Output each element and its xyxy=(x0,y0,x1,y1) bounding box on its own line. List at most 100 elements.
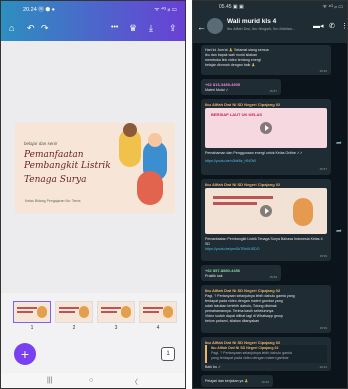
sender-name: +62 857-8880-4456 xyxy=(205,268,241,273)
message-bubble-reply[interactable]: Ibu Alfiah Dwi Ni SD Negeri Cipajang 02 … xyxy=(201,337,331,371)
sender-name: Ibu Alfiah Dwi Ni SD Negeri Cipajang 02 xyxy=(205,288,281,293)
slide-title: Pemanfaatan Pembangkit Listrik xyxy=(24,150,111,171)
sender-name: +62 813-3485-4505 xyxy=(205,82,241,87)
message-bubble-video[interactable]: Ibu Alfiah Dwi Ni SD Negeri Cipajang 02 … xyxy=(201,179,331,261)
message-text: Baik bu ✓ xyxy=(205,365,221,369)
status-time: 05.45 ▣ ▣ xyxy=(219,4,244,10)
download-icon[interactable]: ⤓ xyxy=(149,23,153,33)
message-bubble[interactable]: Pelajari dan kerjakan ya 🙏 16.02 xyxy=(201,375,273,387)
message-time: 16.01 xyxy=(319,365,327,369)
message-text: membuka link video tentang energi xyxy=(205,58,261,62)
crown-icon[interactable]: ♛ xyxy=(129,23,137,33)
page-thumbnails: 1 2 3 4 xyxy=(1,298,185,336)
chat-header: ← Wali murid kls 4 Ibu Alfiah Dwi, Ibu N… xyxy=(193,13,347,43)
add-button[interactable]: + xyxy=(14,343,36,365)
home-nav-icon[interactable]: ○ xyxy=(89,377,93,384)
message-time: 15.57 xyxy=(269,89,277,93)
message-text: Pelajari dan kerjakan ya 🙏 xyxy=(205,379,249,383)
message-bubble[interactable]: +62 813-3485-4505 Materi Mulai ✓ 15.57 xyxy=(201,79,281,95)
message-text: Pagi, ? Pertanyaan selanjutnya lebih dah… xyxy=(205,294,295,298)
message-text: Materi Mulai ✓ xyxy=(205,88,229,92)
slide-caption: Kelas Bidang Pengajaran No: Tema xyxy=(25,199,81,203)
whatsapp-phone: 05.45 ▣ ▣ ᯤ ⁴ᴳ ᵢₗₗ ▭ ← Wali murid kls 4 … xyxy=(192,0,348,389)
thumbnail-page-3[interactable] xyxy=(97,301,135,323)
message-text: terdapat pada video dengan materi gambar… xyxy=(205,299,283,303)
illustration-character-red xyxy=(137,171,163,205)
screenshot-composite: 20.24 Ⓜ ⬢ ● ᯤ ⁴ᴳ ᵢₗₗ ▭ ⌂ ↶ ↷ ••• ♛ ⤓ ⇪ b… xyxy=(0,0,348,389)
thumbnail-number: 3 xyxy=(114,325,118,331)
play-icon[interactable] xyxy=(260,122,272,134)
message-time: 15.52 xyxy=(319,69,327,73)
chat-messages: Hari ini Jum'at 🙏 Selamat siang semua ib… xyxy=(193,43,347,388)
thumbnail-number: 2 xyxy=(72,325,76,331)
recents-icon[interactable]: ||| xyxy=(47,377,52,384)
quoted-text: Pagi, ? Pertanyaan selanjutnya lebih dah… xyxy=(211,351,292,355)
message-link[interactable]: https://youtu.be/n3hKfiz_HNOW xyxy=(205,159,256,164)
thumbnail-title: BERSIAP LAUT UK KELAS xyxy=(211,112,263,117)
group-members: Ibu Alfiah Dwi, Ibu Ningsih, Ibu Mahlan.… xyxy=(227,27,296,31)
thumbnail-number: 1 xyxy=(30,325,34,331)
redo-icon[interactable]: ↷ xyxy=(41,23,49,33)
message-time: 15.59 xyxy=(319,326,327,330)
message-time: 15.57 xyxy=(319,167,327,171)
message-text: Hari ini Jum'at 🙏 Selamat siang semua xyxy=(205,48,269,52)
status-bar: 20.24 Ⓜ ⬢ ● ᯤ ⁴ᴳ ᵢₗₗ ▭ xyxy=(1,1,185,15)
message-text: belum pahami, silakan ditanyakan xyxy=(205,319,260,323)
quoted-text: yang terdapat pada video dengan materi g… xyxy=(211,356,289,360)
share-icon[interactable]: ⇪ xyxy=(169,23,177,33)
sender-name: Ibu Alfiah Dwi Ni SD Negeri Cipajang 02 xyxy=(205,102,281,107)
message-text: pemahamannya. Terima kasih sebelumnya. xyxy=(205,309,275,313)
slide-1[interactable]: belajar dan senir Pemanfaatan Pembangkit… xyxy=(15,123,175,213)
quoted-sender: Ibu Alfiah Dwi Ni SD Negeri Cipajang 02 xyxy=(211,346,279,350)
illustration-head xyxy=(123,123,137,137)
group-avatar[interactable] xyxy=(207,18,223,34)
design-canvas: belajar dan senir Pemanfaatan Pembangkit… xyxy=(1,41,185,293)
message-text: Pemahaman dan Penggunaan energi untuk Ke… xyxy=(205,151,303,155)
back-nav-icon[interactable]: 〈 xyxy=(131,377,138,387)
canva-editor-phone: 20.24 Ⓜ ⬢ ● ᯤ ⁴ᴳ ᵢₗₗ ▭ ⌂ ↶ ↷ ••• ♛ ⤓ ⇪ b… xyxy=(0,0,186,389)
play-icon[interactable] xyxy=(260,205,272,217)
message-link[interactable]: https://youtu.be/pmGkTBnVUSDO xyxy=(205,247,260,252)
thumbnail-page-1[interactable] xyxy=(13,301,51,323)
forward-icon[interactable]: ➦ xyxy=(336,227,342,235)
pages-icon[interactable]: 1 xyxy=(161,347,175,361)
thumbnail-page-4[interactable] xyxy=(139,301,177,323)
home-icon[interactable]: ⌂ xyxy=(9,23,14,33)
slide-title-line2: Tenaga Surya xyxy=(24,175,87,185)
android-nav-bar: ||| ○ 〈 xyxy=(1,373,185,388)
message-bubble[interactable]: Ibu Alfiah Dwi Ni SD Negeri Cipajang 02 … xyxy=(201,285,331,333)
message-time: 16.02 xyxy=(261,380,269,384)
quoted-message[interactable]: Ibu Alfiah Dwi Ni SD Negeri Cipajang 02 … xyxy=(205,345,327,363)
undo-icon[interactable]: ↶ xyxy=(27,23,35,33)
message-bubble[interactable]: +62 857-8880-4456 Praktik kak 15.59 xyxy=(201,265,281,281)
video-thumbnail[interactable]: BERSIAP LAUT UK KELAS xyxy=(205,108,327,148)
message-text: Pemanfaatan Pembangkit Listrik Tenaga Su… xyxy=(205,237,323,246)
status-indicators: ᯤ ⁴ᴳ ᵢₗₗ ▭ xyxy=(154,7,177,13)
message-text: Video sudah dapat dilihat lagi di Whatsa… xyxy=(205,314,284,318)
message-text: Praktik kak xyxy=(205,274,223,278)
message-time: 15.59 xyxy=(269,275,277,279)
illustration-head xyxy=(148,133,162,147)
message-text: ibu dan bapak wali murid silakan xyxy=(205,53,257,57)
video-call-icon[interactable]: ▬◂ xyxy=(313,22,324,30)
back-arrow-icon[interactable]: ← xyxy=(197,22,206,32)
status-indicators: ᯤ ⁴ᴳ ᵢₗₗ ▭ xyxy=(322,4,343,10)
slide-kicker: belajar dan senir xyxy=(24,141,58,146)
status-bar: 05.45 ▣ ▣ ᯤ ⁴ᴳ ᵢₗₗ ▭ xyxy=(193,1,347,13)
editor-toolbar: ⌂ ↶ ↷ ••• ♛ ⤓ ⇪ xyxy=(1,15,185,41)
phone-call-icon[interactable]: ✆ xyxy=(329,22,335,30)
menu-icon[interactable]: ⋮ xyxy=(341,22,347,30)
message-time: 15.59 xyxy=(319,254,327,258)
video-thumbnail[interactable] xyxy=(205,188,327,234)
group-name[interactable]: Wali murid kls 4 xyxy=(227,18,276,25)
more-icon[interactable]: ••• xyxy=(111,23,118,33)
message-bubble-video[interactable]: Ibu Alfiah Dwi Ni SD Negeri Cipajang 02 … xyxy=(201,99,331,175)
message-bubble[interactable]: Hari ini Jum'at 🙏 Selamat siang semua ib… xyxy=(201,45,331,75)
message-text: belajar dirumah dengan baik 🙏 xyxy=(205,63,256,67)
message-text: udah lakukan terlebih dahulu, Tolong dis… xyxy=(205,304,277,308)
thumbnail-page-2[interactable] xyxy=(55,301,93,323)
status-time: 20.24 Ⓜ ⬢ ● xyxy=(23,7,55,13)
thumbnail-number: 4 xyxy=(156,325,160,331)
forward-icon[interactable]: ➦ xyxy=(336,139,342,147)
sender-name: Ibu Alfiah Dwi Ni SD Negeri Cipajang 02 xyxy=(205,182,281,187)
